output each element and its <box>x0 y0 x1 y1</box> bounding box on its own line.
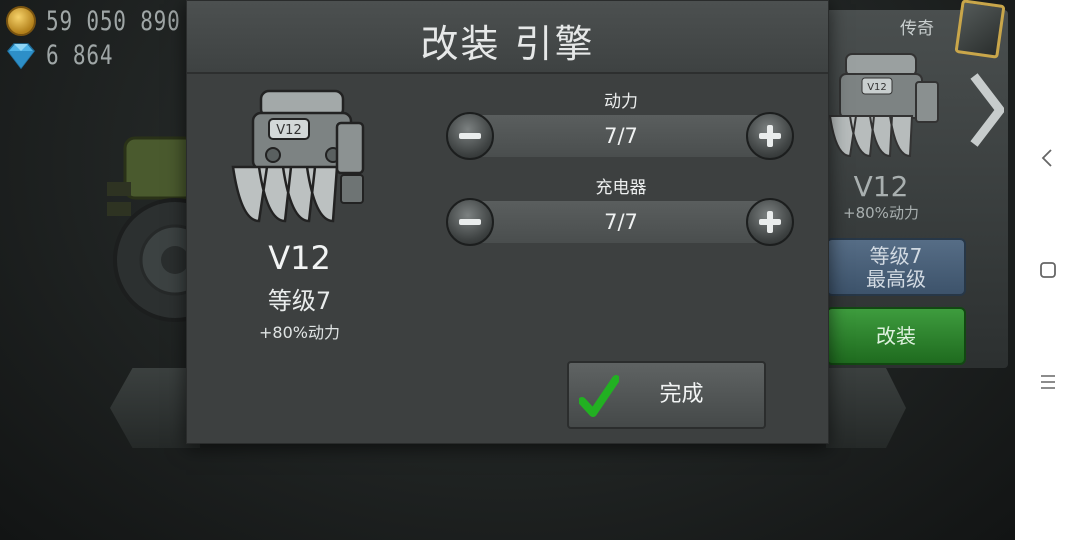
dialog-header: 改装 引擎 <box>187 1 828 74</box>
dialog-title: 改装 引擎 <box>420 22 595 66</box>
minus-icon <box>459 133 481 139</box>
engine-name: V12 <box>268 239 331 277</box>
engine-bonus: +80%动力 <box>259 323 340 342</box>
modify-button[interactable]: 改装 <box>826 307 966 365</box>
charger-decrease-button[interactable] <box>446 198 494 246</box>
modify-engine-dialog: 改装 引擎 V12 V12 等级7 +80%动力 动力 7/7 充电器 7/7 … <box>186 0 829 444</box>
home-square-icon <box>1040 262 1056 278</box>
gem-icon <box>6 40 36 70</box>
tier-label: 传奇 <box>900 19 934 39</box>
engine-thumbnail-icon: V12 <box>826 46 946 166</box>
max-level-text: 最高级 <box>866 267 926 291</box>
stat-label-charger: 充电器 <box>595 178 647 198</box>
game-screen: 59 050 890 6 864 传奇 V12 V12 +80%动力 等级7 最… <box>0 0 1015 540</box>
system-nav-bar <box>1015 0 1080 540</box>
upgrade-card: 传奇 V12 V12 +80%动力 等级7 最高级 改装 <box>826 10 1008 368</box>
back-chevron-icon <box>1041 149 1052 167</box>
stat-value-power: 7/7 <box>471 115 771 157</box>
svg-text:V12: V12 <box>867 82 887 93</box>
level-badge: 等级7 最高级 <box>826 238 966 296</box>
stat-value-charger: 7/7 <box>471 201 771 243</box>
engine-icon: V12 <box>225 85 375 235</box>
charger-increase-button[interactable] <box>746 198 794 246</box>
power-increase-button[interactable] <box>746 112 794 160</box>
coin-icon <box>6 6 36 36</box>
done-button-label: 完成 <box>659 382 704 407</box>
coins-value: 59 050 890 <box>46 5 181 37</box>
stat-label-power: 动力 <box>604 92 638 112</box>
checkmark-icon <box>578 375 620 419</box>
plus-icon <box>759 125 781 147</box>
background-next-arrow <box>826 368 906 448</box>
level-text: 等级7 <box>869 244 923 268</box>
power-decrease-button[interactable] <box>446 112 494 160</box>
minus-icon <box>459 219 481 225</box>
home-button[interactable] <box>1035 257 1061 283</box>
engine-level: 等级7 <box>267 287 332 315</box>
back-button[interactable] <box>1035 145 1061 171</box>
engine-name: V12 <box>853 170 909 203</box>
done-button[interactable]: 完成 <box>567 361 766 429</box>
menu-button[interactable] <box>1035 369 1061 395</box>
card-icon[interactable] <box>954 0 1006 59</box>
engine-bonus: +80%动力 <box>843 204 919 222</box>
plus-icon <box>759 211 781 233</box>
gems-value: 6 864 <box>46 39 114 71</box>
engine-badge-text: V12 <box>276 123 301 138</box>
menu-lines-icon <box>1041 375 1055 389</box>
next-arrow-icon[interactable] <box>968 70 1005 150</box>
